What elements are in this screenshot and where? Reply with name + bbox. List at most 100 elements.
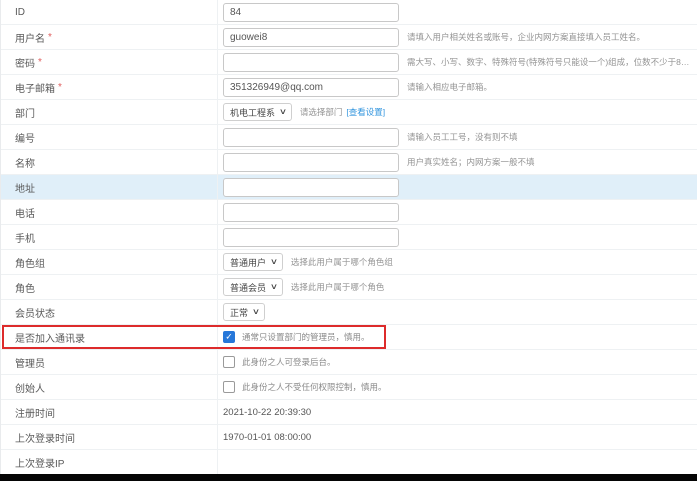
password-hint: 需大写、小写、数字、特殊符号(特殊符号只能设一个)组成，位数不少于8位。 xyxy=(407,56,697,68)
label-text: ID xyxy=(15,7,25,18)
field-label-password: 密码* xyxy=(1,50,218,74)
field-label-employee-number: 编号 xyxy=(1,125,218,149)
field-control-employee-number: 请输入员工工号，没有则不填 xyxy=(218,125,697,149)
form-row-telephone: 电话 xyxy=(1,200,697,225)
join-addressbook-hint: 通常只设置部门的管理员，慎用。 xyxy=(242,331,370,343)
form-row-mobile: 手机 xyxy=(1,225,697,250)
role-select[interactable]: 普通会员 ∨ xyxy=(223,278,283,296)
field-control-address xyxy=(218,175,697,199)
form-row-id: ID xyxy=(1,0,697,25)
label-text: 上次登录时间 xyxy=(15,430,75,445)
join-addressbook-checkbox[interactable]: ✓ xyxy=(223,331,235,343)
founder-checkbox[interactable] xyxy=(223,381,235,393)
email-hint: 请输入相应电子邮箱。 xyxy=(407,81,492,93)
field-label-member-status: 会员状态 xyxy=(1,300,218,324)
password-input[interactable] xyxy=(223,53,399,72)
id-input[interactable] xyxy=(223,3,399,22)
form-row-join-addressbook: 是否加入通讯录 ✓ 通常只设置部门的管理员，慎用。 xyxy=(1,325,697,350)
field-control-role-group: 普通用户∨ 选择此用户属于哪个角色组 xyxy=(218,250,697,274)
field-label-username: 用户名* xyxy=(1,25,218,49)
employee-number-hint: 请输入员工工号，没有则不填 xyxy=(407,131,518,143)
form-row-email: 电子邮箱* 请输入相应电子邮箱。 xyxy=(1,75,697,100)
label-text: 用户名 xyxy=(15,30,45,45)
field-control-role: 普通会员 ∨ 选择此用户属于哪个角色 xyxy=(218,275,697,299)
label-text: 创始人 xyxy=(15,380,45,395)
field-label-department: 部门 xyxy=(1,100,218,124)
field-label-id: ID xyxy=(1,0,218,24)
form-row-admin: 管理员 此身份之人可登录后台。 xyxy=(1,350,697,375)
form-row-username: 用户名*请填入用户相关姓名或账号，企业内网方案直接填入员工姓名。 xyxy=(1,25,697,50)
field-label-realname: 名称 xyxy=(1,150,218,174)
field-label-telephone: 电话 xyxy=(1,200,218,224)
field-control-password: 需大写、小写、数字、特殊符号(特殊符号只能设一个)组成，位数不少于8位。 xyxy=(218,50,697,74)
field-label-address: 地址 xyxy=(1,175,218,199)
chevron-down-icon: ∨ xyxy=(279,108,287,116)
required-asterisk: * xyxy=(58,82,62,93)
telephone-input[interactable] xyxy=(223,203,399,222)
user-edit-page: ID用户名*请填入用户相关姓名或账号，企业内网方案直接填入员工姓名。密码*需大写… xyxy=(0,0,697,481)
field-label-join-addressbook: 是否加入通讯录 xyxy=(1,325,218,349)
field-control-join-addressbook: ✓ 通常只设置部门的管理员，慎用。 xyxy=(218,325,697,349)
field-control-email: 请输入相应电子邮箱。 xyxy=(218,75,697,99)
form-row-password: 密码* 需大写、小写、数字、特殊符号(特殊符号只能设一个)组成，位数不少于8位。 xyxy=(1,50,697,75)
form-row-department: 部门机电工程系∨请选择部门[查看设置] xyxy=(1,100,697,125)
chevron-down-icon: ∨ xyxy=(252,308,260,316)
label-text: 部门 xyxy=(15,105,35,120)
employee-number-input[interactable] xyxy=(223,128,399,147)
form-row-register-time: 注册时间 2021-10-22 20:39:30 xyxy=(1,400,697,425)
field-control-register-time: 2021-10-22 20:39:30 xyxy=(218,400,697,424)
department-select[interactable]: 机电工程系 ∨ xyxy=(223,103,292,121)
address-input[interactable] xyxy=(223,178,399,197)
role-group-hint: 选择此用户属于哪个角色组 xyxy=(291,256,393,268)
member-status-select[interactable]: 正常∨ xyxy=(223,303,265,321)
label-text: 管理员 xyxy=(15,355,45,370)
form-row-employee-number: 编号 请输入员工工号，没有则不填 xyxy=(1,125,697,150)
role-hint: 选择此用户属于哪个角色 xyxy=(291,281,385,293)
last-login-time-value: 1970-01-01 08:00:00 xyxy=(223,432,311,443)
form-row-realname: 名称 用户真实姓名；内网方案一般不填 xyxy=(1,150,697,175)
select-value: 机电工程系 xyxy=(230,106,275,119)
field-control-admin: 此身份之人可登录后台。 xyxy=(218,350,697,374)
chevron-down-icon: ∨ xyxy=(270,258,278,266)
label-text: 电子邮箱 xyxy=(15,80,55,95)
form-row-role: 角色 普通会员 ∨ 选择此用户属于哪个角色 xyxy=(1,275,697,300)
chevron-down-icon: ∨ xyxy=(270,283,278,291)
field-control-id xyxy=(218,0,697,24)
label-text: 电话 xyxy=(15,205,35,220)
label-text: 是否加入通讯录 xyxy=(15,330,85,345)
field-label-role-group: 角色组 xyxy=(1,250,218,274)
field-label-last-login-time: 上次登录时间 xyxy=(1,425,218,449)
checkmark-icon: ✓ xyxy=(225,332,233,341)
label-text: 编号 xyxy=(15,130,35,145)
label-text: 会员状态 xyxy=(15,305,55,320)
email-input[interactable] xyxy=(223,78,399,97)
username-input[interactable] xyxy=(223,28,399,47)
form-row-address: 地址 xyxy=(1,175,697,200)
role-group-select[interactable]: 普通用户∨ xyxy=(223,253,283,271)
view-settings-link[interactable]: [查看设置] xyxy=(346,106,385,118)
field-control-telephone xyxy=(218,200,697,224)
field-control-member-status: 正常∨ xyxy=(218,300,697,324)
admin-checkbox[interactable] xyxy=(223,356,235,368)
field-control-realname: 用户真实姓名；内网方案一般不填 xyxy=(218,150,697,174)
field-label-email: 电子邮箱* xyxy=(1,75,218,99)
field-control-founder: 此身份之人不受任何权限控制，慎用。 xyxy=(218,375,697,399)
required-asterisk: * xyxy=(38,57,42,68)
field-label-role: 角色 xyxy=(1,275,218,299)
field-label-mobile: 手机 xyxy=(1,225,218,249)
field-control-username: 请填入用户相关姓名或账号，企业内网方案直接填入员工姓名。 xyxy=(218,25,697,49)
mobile-input[interactable] xyxy=(223,228,399,247)
label-text: 角色 xyxy=(15,280,35,295)
form-row-last-login-time: 上次登录时间 1970-01-01 08:00:00 xyxy=(1,425,697,450)
form-row-role-group: 角色组 普通用户∨ 选择此用户属于哪个角色组 xyxy=(1,250,697,275)
label-text: 地址 xyxy=(15,180,35,195)
form-row-member-status: 会员状态 正常∨ xyxy=(1,300,697,325)
realname-input[interactable] xyxy=(223,153,399,172)
label-text: 名称 xyxy=(15,155,35,170)
label-text: 手机 xyxy=(15,230,35,245)
field-label-admin: 管理员 xyxy=(1,350,218,374)
label-text: 角色组 xyxy=(15,255,45,270)
label-text: 注册时间 xyxy=(15,405,55,420)
form-row-last-login-ip: 上次登录IP xyxy=(1,450,697,475)
select-value: 普通会员 xyxy=(230,281,266,294)
